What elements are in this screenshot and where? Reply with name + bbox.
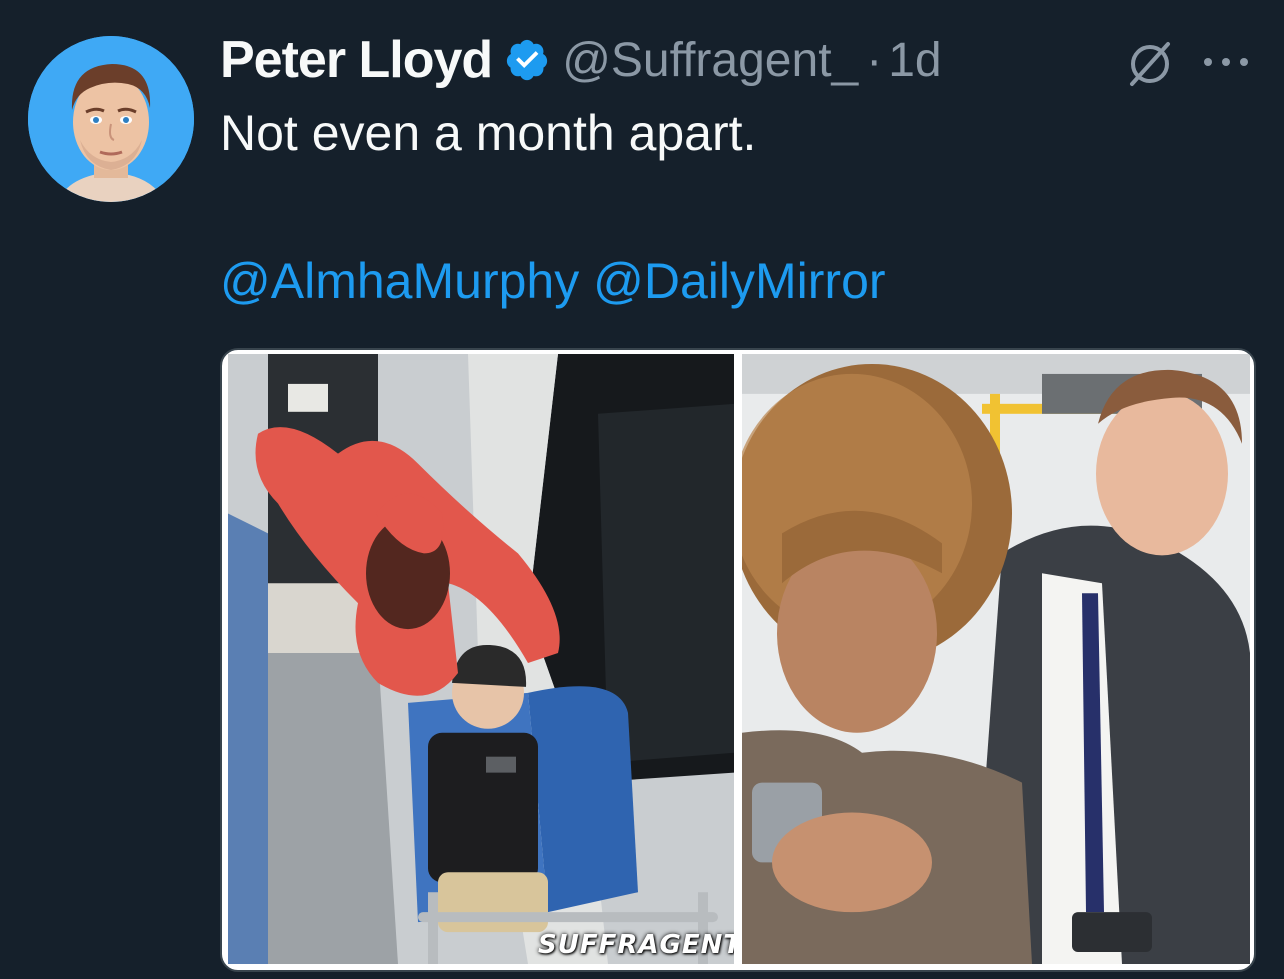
tweet-media-image[interactable]: SUFFRAGENT xyxy=(220,348,1256,972)
tweet-mentions: @AlmhaMurphy @DailyMirror xyxy=(220,252,886,310)
tweet-text: Not even a month apart. xyxy=(220,105,757,161)
tweet[interactable]: Peter Lloyd @Suffragent_ · 1d Not even a… xyxy=(0,0,1284,979)
train-commuters-photo xyxy=(742,354,1250,964)
separator-dot: · xyxy=(866,33,883,87)
mention-link-almhamurphy[interactable]: @AlmhaMurphy xyxy=(220,253,579,309)
mention-link-dailymirror[interactable]: @DailyMirror xyxy=(593,253,885,309)
timestamp[interactable]: 1d xyxy=(888,33,941,88)
media-photo-right xyxy=(742,354,1250,964)
train-cctv-photo xyxy=(228,354,734,964)
more-icon[interactable] xyxy=(1196,44,1256,80)
media-photo-left: SUFFRAGENT xyxy=(228,354,734,964)
media-watermark: SUFFRAGENT xyxy=(538,930,734,960)
grok-icon[interactable] xyxy=(1124,38,1176,90)
author-handle[interactable]: @Suffragent_ xyxy=(562,33,858,88)
verified-badge-icon xyxy=(507,39,548,81)
author-name[interactable]: Peter Lloyd xyxy=(220,30,493,90)
avatar[interactable] xyxy=(28,36,194,202)
avatar-illustration xyxy=(28,36,194,202)
tweet-header: Peter Lloyd @Suffragent_ · 1d xyxy=(220,28,942,92)
